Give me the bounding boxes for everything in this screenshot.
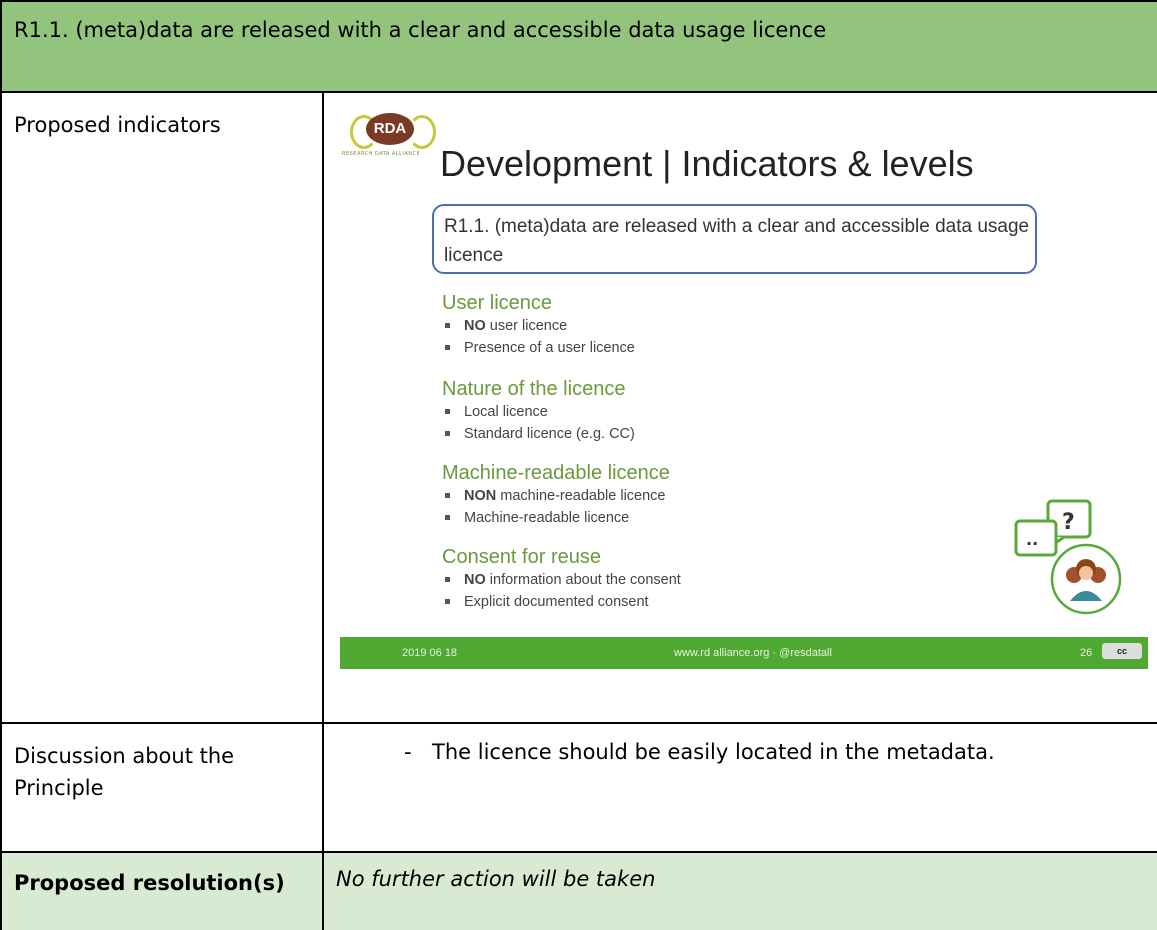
section-nature-licence: Nature of the licence Local licence Stan…: [442, 377, 635, 445]
discussion-label-cell: Discussion about the Principle: [0, 722, 324, 853]
indicators-slide-cell: RDA RESEARCH DATA ALLIANCE Development |…: [322, 91, 1157, 724]
discussion-content-cell: - The licence should be easily located i…: [322, 722, 1157, 853]
principle-table: R1.1. (meta)data are released with a cle…: [0, 0, 1157, 930]
cc-license-icon: cc: [1102, 643, 1142, 659]
slide-footer: 2019 06 18 www.rd alliance.org · @resdat…: [340, 637, 1148, 669]
slide-footer-site: www.rd alliance.org · @resdatall: [674, 647, 832, 659]
list-item: NO information about the consent: [442, 569, 681, 591]
rda-logo-text: RDA: [366, 113, 414, 145]
principle-header: R1.1. (meta)data are released with a cle…: [0, 0, 1157, 93]
section-heading: User licence: [442, 292, 553, 314]
section-consent: Consent for reuse NO information about t…: [442, 545, 681, 613]
list-item: Machine-readable licence: [442, 507, 670, 529]
list-item: - The licence should be easily located i…: [324, 740, 1157, 770]
section-heading: Consent for reuse: [442, 546, 601, 568]
list-item: NO user licence: [442, 315, 635, 337]
slide-title: Development | Indicators & levels: [440, 143, 974, 184]
svg-text:?: ?: [1062, 510, 1075, 535]
rda-logo-subtitle: RESEARCH DATA ALLIANCE: [342, 151, 421, 157]
section-heading: Nature of the licence: [442, 378, 626, 400]
list-item: Explicit documented consent: [442, 591, 681, 613]
people-question-icon: ? ..: [1014, 499, 1122, 615]
discussion-text: The licence should be easily located in …: [432, 740, 995, 764]
resolution-value: No further action will be taken: [336, 867, 656, 891]
slide-image: RDA RESEARCH DATA ALLIANCE Development |…: [340, 107, 1148, 685]
discussion-label: Discussion about the Principle: [14, 744, 235, 800]
section-heading: Machine-readable licence: [442, 462, 670, 484]
principle-title: R1.1. (meta)data are released with a cle…: [14, 18, 827, 42]
section-machine-readable: Machine-readable licence NON machine-rea…: [442, 461, 670, 529]
resolution-value-cell: No further action will be taken: [322, 851, 1157, 930]
indicators-label: Proposed indicators: [14, 113, 221, 137]
list-item: Local licence: [442, 401, 635, 423]
resolution-label-cell: Proposed resolution(s): [0, 851, 324, 930]
list-item: NON machine-readable licence: [442, 485, 670, 507]
rda-logo: RDA RESEARCH DATA ALLIANCE: [340, 113, 436, 171]
svg-text:..: ..: [1026, 530, 1038, 549]
resolution-label: Proposed resolution(s): [14, 871, 285, 895]
indicators-label-cell: Proposed indicators: [0, 91, 324, 724]
list-item: Presence of a user licence: [442, 337, 635, 359]
bullet-dash: -: [404, 740, 412, 764]
slide-principle-box: R1.1. (meta)data are released with a cle…: [432, 204, 1037, 274]
section-user-licence: User licence NO user licence Presence of…: [442, 291, 635, 359]
slide-footer-page: 26: [1080, 647, 1093, 659]
list-item: Standard licence (e.g. CC): [442, 423, 635, 445]
slide-footer-date: 2019 06 18: [402, 647, 458, 659]
